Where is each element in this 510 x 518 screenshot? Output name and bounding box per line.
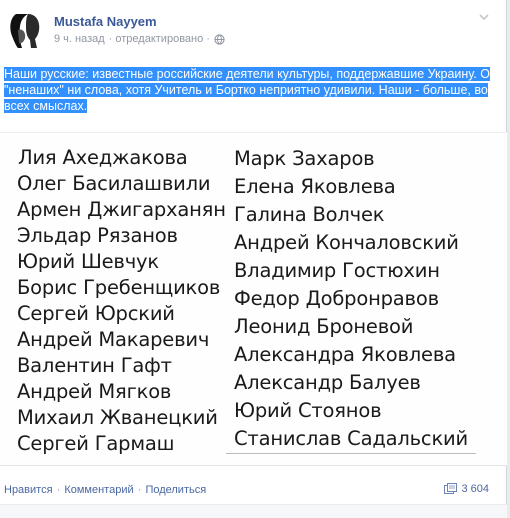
edited-label[interactable]: · отредактировано ·: [109, 33, 210, 45]
name-item: Федор Добронравов: [234, 287, 439, 310]
post-actions: Нравится · Комментарий · Поделиться: [4, 484, 206, 496]
post-text-selection: Наши русские: известные российские деяте…: [4, 67, 490, 113]
name-item: Сергей Юрский: [17, 302, 175, 325]
name-item: Андрей Мягков: [17, 380, 172, 403]
author-name[interactable]: Mustafa Nayyem: [54, 14, 157, 29]
name-item: Лия Ахеджакова: [18, 146, 188, 169]
name-item: Армен Джигарханян: [17, 198, 226, 221]
comment-link[interactable]: Комментарий: [64, 484, 133, 496]
name-item: Марк Захаров: [234, 147, 375, 170]
share-count-value: 3 604: [461, 483, 489, 495]
name-item: Галина Волчек: [234, 203, 385, 226]
post-meta: 9 ч. назад · отредактировано ·: [54, 33, 225, 45]
chevron-down-icon[interactable]: [477, 10, 491, 24]
name-item: Юрий Стоянов: [234, 399, 382, 422]
names-left-column: Лия Ахеджакова Олег Басилашвили Армен Джиг…: [17, 145, 226, 457]
bottom-strip: [0, 504, 507, 518]
post-photo[interactable]: Лия Ахеджакова Олег Басилашвили Армен Джиг…: [0, 132, 507, 466]
name-item: Александра Яковлева: [234, 343, 456, 366]
post-header: Mustafa Nayyem 9 ч. назад · отредактиров…: [0, 0, 507, 62]
names-right-column: Марк Захаров Елена Яковлева Галина Волчек А…: [234, 145, 468, 453]
like-link[interactable]: Нравится: [4, 484, 53, 496]
name-item: Владимир Гостюхин: [234, 259, 440, 282]
name-item: Елена Яковлева: [234, 175, 396, 198]
separator: ·: [56, 484, 61, 496]
name-item: Андрей Кончаловский: [234, 231, 459, 254]
name-item: Сергей Гармаш: [17, 432, 175, 455]
share-link[interactable]: Поделиться: [145, 484, 206, 496]
photo-divider-line: [226, 453, 476, 454]
post-card: Mustafa Nayyem 9 ч. назад · отредактиров…: [0, 0, 507, 518]
name-item: Михаил Жванецкий: [17, 406, 218, 429]
name-item: Валентин Гафт: [17, 354, 172, 377]
name-item: Андрей Макаревич: [17, 328, 210, 351]
post-footer: Нравится · Комментарий · Поделиться 3 60…: [0, 476, 507, 504]
avatar[interactable]: [4, 8, 46, 50]
post-text: Наши русские: известные российские деяте…: [4, 66, 490, 114]
name-item: Борис Гребенщиков: [17, 276, 221, 299]
name-item: Юрий Шевчук: [17, 250, 159, 273]
name-item: Олег Басилашвили: [17, 172, 211, 195]
globe-icon[interactable]: [214, 33, 225, 45]
separator: ·: [137, 484, 142, 496]
name-item: Леонид Броневой: [234, 315, 414, 338]
share-icon: [444, 483, 458, 494]
post-time[interactable]: 9 ч. назад: [54, 33, 105, 45]
name-item: Станислав Садальский: [234, 427, 468, 450]
share-count[interactable]: 3 604: [444, 483, 489, 495]
avatar-image: [4, 8, 46, 50]
name-item: Александр Балуев: [234, 371, 421, 394]
name-item: Эльдар Рязанов: [17, 224, 178, 247]
